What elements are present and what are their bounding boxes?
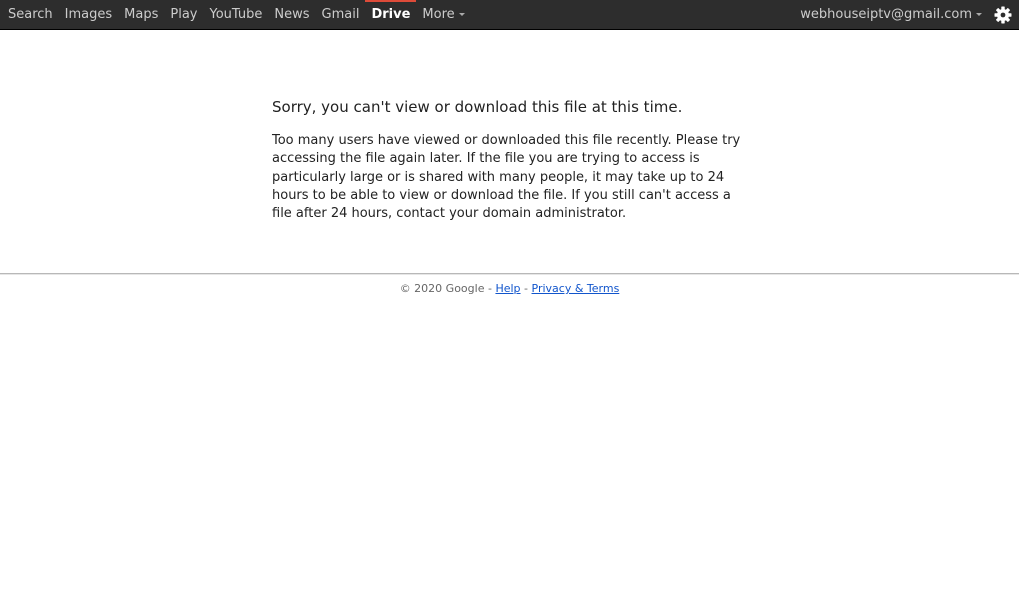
error-title: Sorry, you can't view or download this f… — [272, 98, 683, 116]
privacy-terms-link[interactable]: Privacy & Terms — [532, 282, 620, 295]
nav-item-more[interactable]: More — [416, 0, 470, 29]
caret-down-icon — [458, 13, 465, 16]
gear-icon[interactable] — [993, 5, 1013, 25]
nav-item-search[interactable]: Search — [2, 0, 59, 29]
account-menu[interactable]: webhouseiptv@gmail.com — [800, 0, 982, 29]
error-panel: Sorry, you can't view or download this f… — [272, 96, 748, 223]
nav-item-drive[interactable]: Drive — [365, 0, 417, 29]
nav-item-play[interactable]: Play — [164, 0, 203, 29]
error-message: Too many users have viewed or downloaded… — [272, 133, 741, 222]
help-link[interactable]: Help — [495, 282, 520, 295]
google-bar: Search Images Maps Play YouTube News Gma… — [0, 0, 1019, 30]
footer-separator: - — [524, 282, 529, 295]
copyright-text: © 2020 Google — [399, 282, 485, 295]
nav-item-more-label: More — [422, 7, 455, 22]
footer: © 2020 Google - Help - Privacy & Terms — [0, 282, 1019, 296]
products-nav: Search Images Maps Play YouTube News Gma… — [2, 0, 471, 29]
nav-item-news[interactable]: News — [268, 0, 315, 29]
footer-divider — [0, 273, 1019, 275]
nav-item-images[interactable]: Images — [59, 0, 119, 29]
nav-item-gmail[interactable]: Gmail — [316, 0, 366, 29]
nav-item-youtube[interactable]: YouTube — [204, 0, 269, 29]
footer-separator: - — [487, 282, 492, 295]
caret-down-icon — [976, 13, 982, 16]
account-email: webhouseiptv@gmail.com — [800, 7, 972, 22]
nav-item-maps[interactable]: Maps — [118, 0, 164, 29]
